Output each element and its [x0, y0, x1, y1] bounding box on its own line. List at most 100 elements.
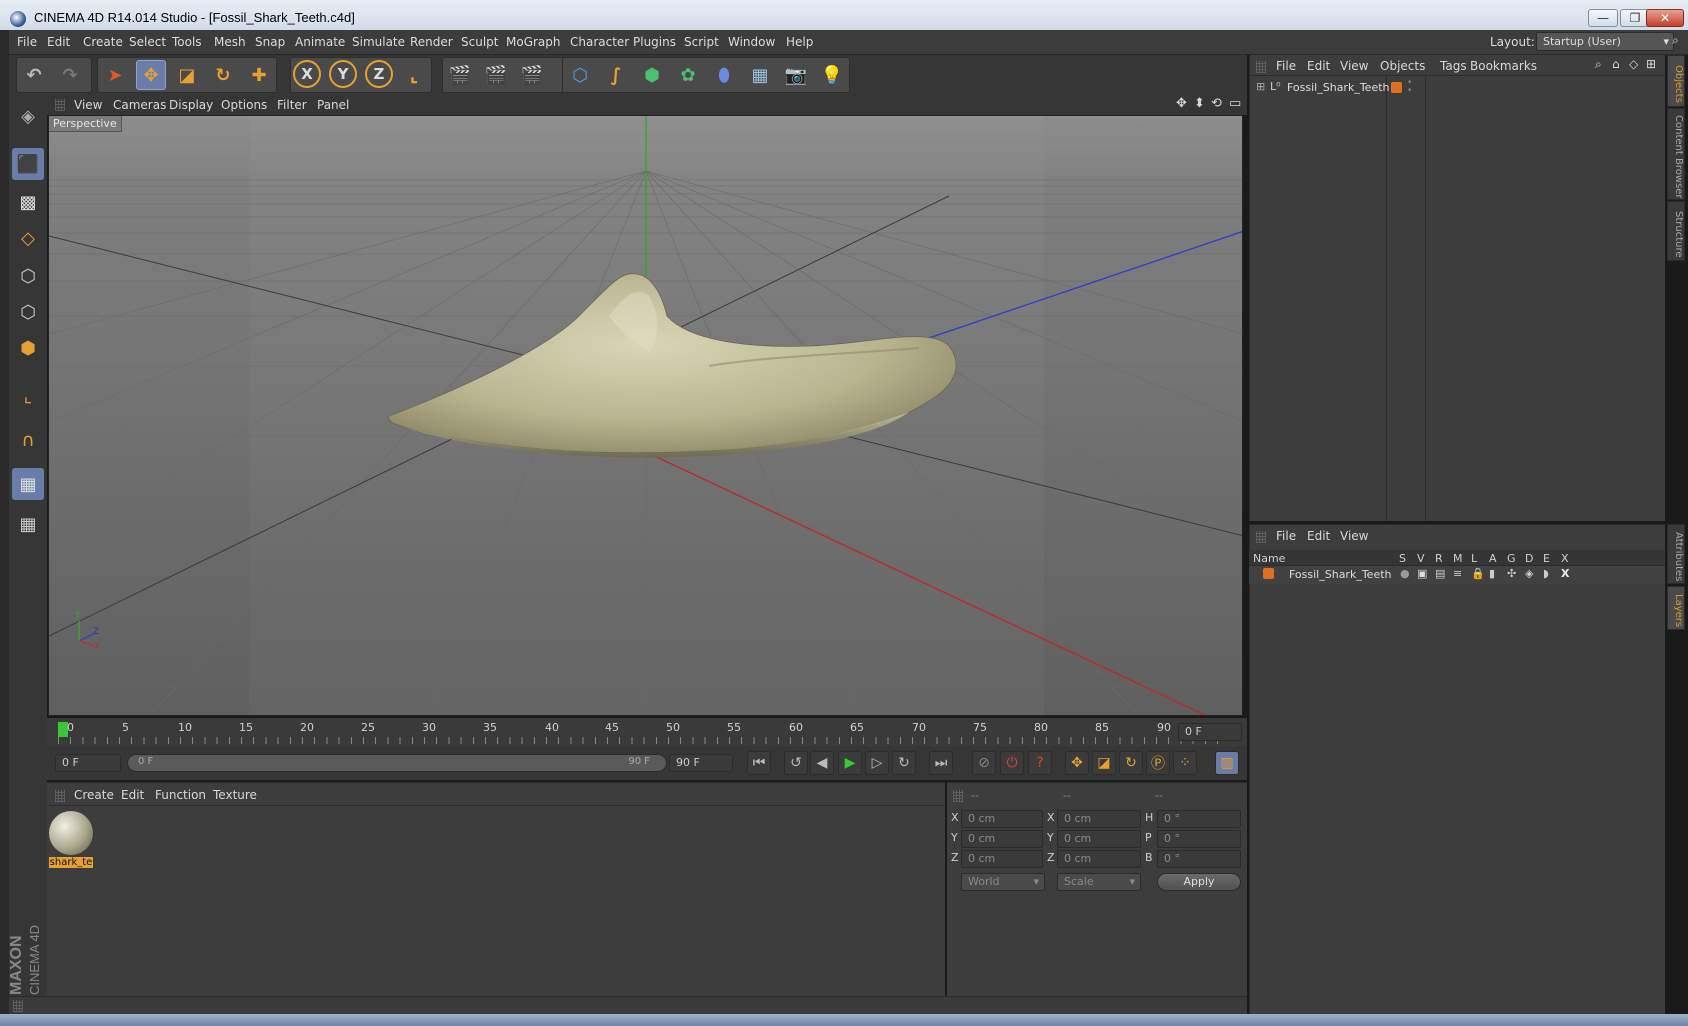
visibility-dots-icon[interactable]: • • — [1407, 79, 1412, 96]
render-settings-icon[interactable]: 🎬 — [517, 60, 547, 90]
undo-icon[interactable]: ↶ — [19, 60, 49, 90]
locked-workplane-icon[interactable]: ▦ — [12, 508, 44, 540]
new-view-icon[interactable]: ⊞ — [1646, 57, 1656, 71]
keyframe-selection-icon[interactable]: ? — [1028, 751, 1052, 775]
close-button[interactable]: ✕ — [1646, 9, 1684, 27]
camera-icon[interactable]: 📷 — [781, 60, 811, 90]
autokey-icon[interactable]: ⏻ — [1000, 751, 1024, 775]
axis-mode-icon[interactable]: ⌞ — [12, 380, 44, 412]
size-z-field[interactable]: 0 cm — [1057, 850, 1141, 868]
object-menu-edit[interactable]: Edit — [1307, 59, 1330, 73]
floor-scene-icon[interactable]: ▦ — [745, 60, 775, 90]
viewport-menu-options[interactable]: Options — [221, 98, 267, 112]
expand-icon[interactable]: ⊞ — [1256, 80, 1265, 93]
polygons-mode-icon[interactable]: ⬢ — [12, 332, 44, 364]
menu-help[interactable]: Help — [786, 35, 813, 49]
render-view-icon[interactable]: 🎬 — [445, 60, 475, 90]
key-position-icon[interactable]: ✥ — [1065, 751, 1089, 775]
select-arrow-icon[interactable]: ➤ — [100, 60, 130, 90]
minimize-button[interactable]: — — [1588, 9, 1618, 27]
dolly-view-icon[interactable]: ⬍ — [1194, 96, 1205, 111]
menu-plugins[interactable]: Plugins — [633, 35, 676, 49]
layer-col-generators[interactable]: G — [1507, 552, 1516, 565]
menu-edit[interactable]: Edit — [47, 35, 70, 49]
menu-script[interactable]: Script — [684, 35, 719, 49]
viewport-menu-panel[interactable]: Panel — [317, 98, 349, 112]
deformers-toggle-icon[interactable]: ◈ — [1525, 567, 1533, 580]
deformer-icon[interactable]: ⬮ — [709, 60, 739, 90]
generators-toggle-icon[interactable]: ✣ — [1507, 567, 1516, 580]
object-menu-bookmarks[interactable]: Bookmarks — [1470, 59, 1537, 73]
timeline-ruler[interactable]: 0 5 10 15 20 25 30 35 40 45 50 55 60 65 … — [47, 718, 1247, 746]
perspective-viewport[interactable]: Perspective Y Z X — [48, 115, 1243, 716]
y-axis-lock-icon[interactable]: Y — [329, 60, 357, 88]
workplane-mode-icon[interactable]: ◇ — [12, 222, 44, 254]
layer-col-view[interactable]: V — [1417, 552, 1425, 565]
layer-col-locked[interactable]: L — [1471, 552, 1477, 565]
rotation-p-field[interactable]: 0 ° — [1157, 830, 1241, 848]
z-axis-lock-icon[interactable]: Z — [365, 60, 393, 88]
previous-frame-icon[interactable]: ◀ — [810, 751, 834, 775]
preview-range-slider[interactable]: 0 F 90 F — [127, 754, 667, 772]
redo-icon[interactable]: ↷ — [55, 60, 85, 90]
material-swatch[interactable]: shark_te — [49, 811, 93, 871]
tab-content-browser[interactable]: Content Browser — [1667, 108, 1685, 200]
position-x-field[interactable]: 0 cm — [961, 810, 1043, 828]
next-frame-icon[interactable]: ▷ — [865, 751, 889, 775]
material-menu-create[interactable]: Create — [74, 788, 114, 802]
apply-button[interactable]: Apply — [1157, 873, 1241, 891]
layer-col-xref[interactable]: X — [1561, 552, 1569, 565]
layer-name[interactable]: Fossil_Shark_Teeth — [1289, 568, 1392, 581]
key-rotation-icon[interactable]: ↻ — [1119, 751, 1143, 775]
menu-file[interactable]: File — [17, 35, 37, 49]
material-menu-edit[interactable]: Edit — [121, 788, 144, 802]
viewport-menu-cameras[interactable]: Cameras — [113, 98, 166, 112]
solo-toggle-icon[interactable]: ● — [1400, 567, 1410, 580]
object-name[interactable]: Fossil_Shark_Teeth — [1287, 81, 1390, 94]
search-icon[interactable]: ⌕ — [1672, 33, 1679, 48]
object-row[interactable]: ⊞ L⁰ Fossil_Shark_Teeth • • — [1250, 79, 1666, 97]
viewport-menu-filter[interactable]: Filter — [277, 98, 307, 112]
next-key-icon[interactable]: ↻ — [892, 751, 916, 775]
layout-dropdown[interactable]: Startup (User) ▾ — [1536, 32, 1674, 51]
nurbs-icon[interactable]: ⬢ — [637, 60, 667, 90]
layer-menu-edit[interactable]: Edit — [1307, 529, 1330, 543]
move-tool-icon[interactable]: ✥ — [136, 60, 166, 90]
previous-key-icon[interactable]: ↺ — [784, 751, 808, 775]
panel-grip-icon[interactable] — [1256, 531, 1266, 543]
coordinate-system-icon[interactable]: ⌞ — [399, 60, 429, 90]
record-keys-icon[interactable]: ⊘ — [972, 751, 996, 775]
menu-mograph[interactable]: MoGraph — [506, 35, 561, 49]
object-menu-file[interactable]: File — [1276, 59, 1296, 73]
layer-menu-view[interactable]: View — [1340, 529, 1368, 543]
manager-toggle-icon[interactable]: ≡ — [1453, 567, 1462, 580]
go-to-start-icon[interactable]: ⏮ — [747, 751, 771, 775]
menu-select[interactable]: Select — [129, 35, 166, 49]
rotation-b-field[interactable]: 0 ° — [1157, 850, 1241, 868]
layer-row[interactable]: Fossil_Shark_Teeth ● ▣ ▤ ≡ 🔒 ▮ ✣ ◈ ◗ X — [1249, 566, 1665, 584]
xref-toggle-icon[interactable]: X — [1561, 567, 1569, 580]
maximize-view-icon[interactable]: ▭ — [1229, 96, 1241, 111]
edges-mode-icon[interactable]: ⬡ — [12, 296, 44, 328]
scale-tool-icon[interactable]: ◪ — [172, 60, 202, 90]
layer-col-solo[interactable]: S — [1399, 552, 1406, 565]
coordinate-mode-dropdown[interactable]: World ▾ — [961, 873, 1045, 891]
layer-col-deformers[interactable]: D — [1525, 552, 1533, 565]
menu-sculpt[interactable]: Sculpt — [461, 35, 498, 49]
object-menu-view[interactable]: View — [1340, 59, 1368, 73]
viewport-menu-view[interactable]: View — [74, 98, 102, 112]
menu-window[interactable]: Window — [728, 35, 775, 49]
play-icon[interactable]: ▶ — [838, 751, 862, 775]
panel-grip-icon[interactable] — [55, 99, 65, 111]
orbit-view-icon[interactable]: ⟲ — [1211, 96, 1222, 111]
menu-character[interactable]: Character — [570, 35, 629, 49]
tab-objects[interactable]: Objects — [1667, 55, 1685, 107]
layer-col-expressions[interactable]: E — [1543, 552, 1550, 565]
material-menu-function[interactable]: Function — [155, 788, 206, 802]
layer-col-manager[interactable]: M — [1453, 552, 1463, 565]
start-frame-field[interactable]: 0 F — [55, 754, 121, 772]
model-mode-icon[interactable]: ⬛ — [12, 148, 44, 180]
layer-color-tag[interactable] — [1391, 82, 1402, 93]
menu-create[interactable]: Create — [83, 35, 123, 49]
x-axis-lock-icon[interactable]: X — [293, 60, 321, 88]
